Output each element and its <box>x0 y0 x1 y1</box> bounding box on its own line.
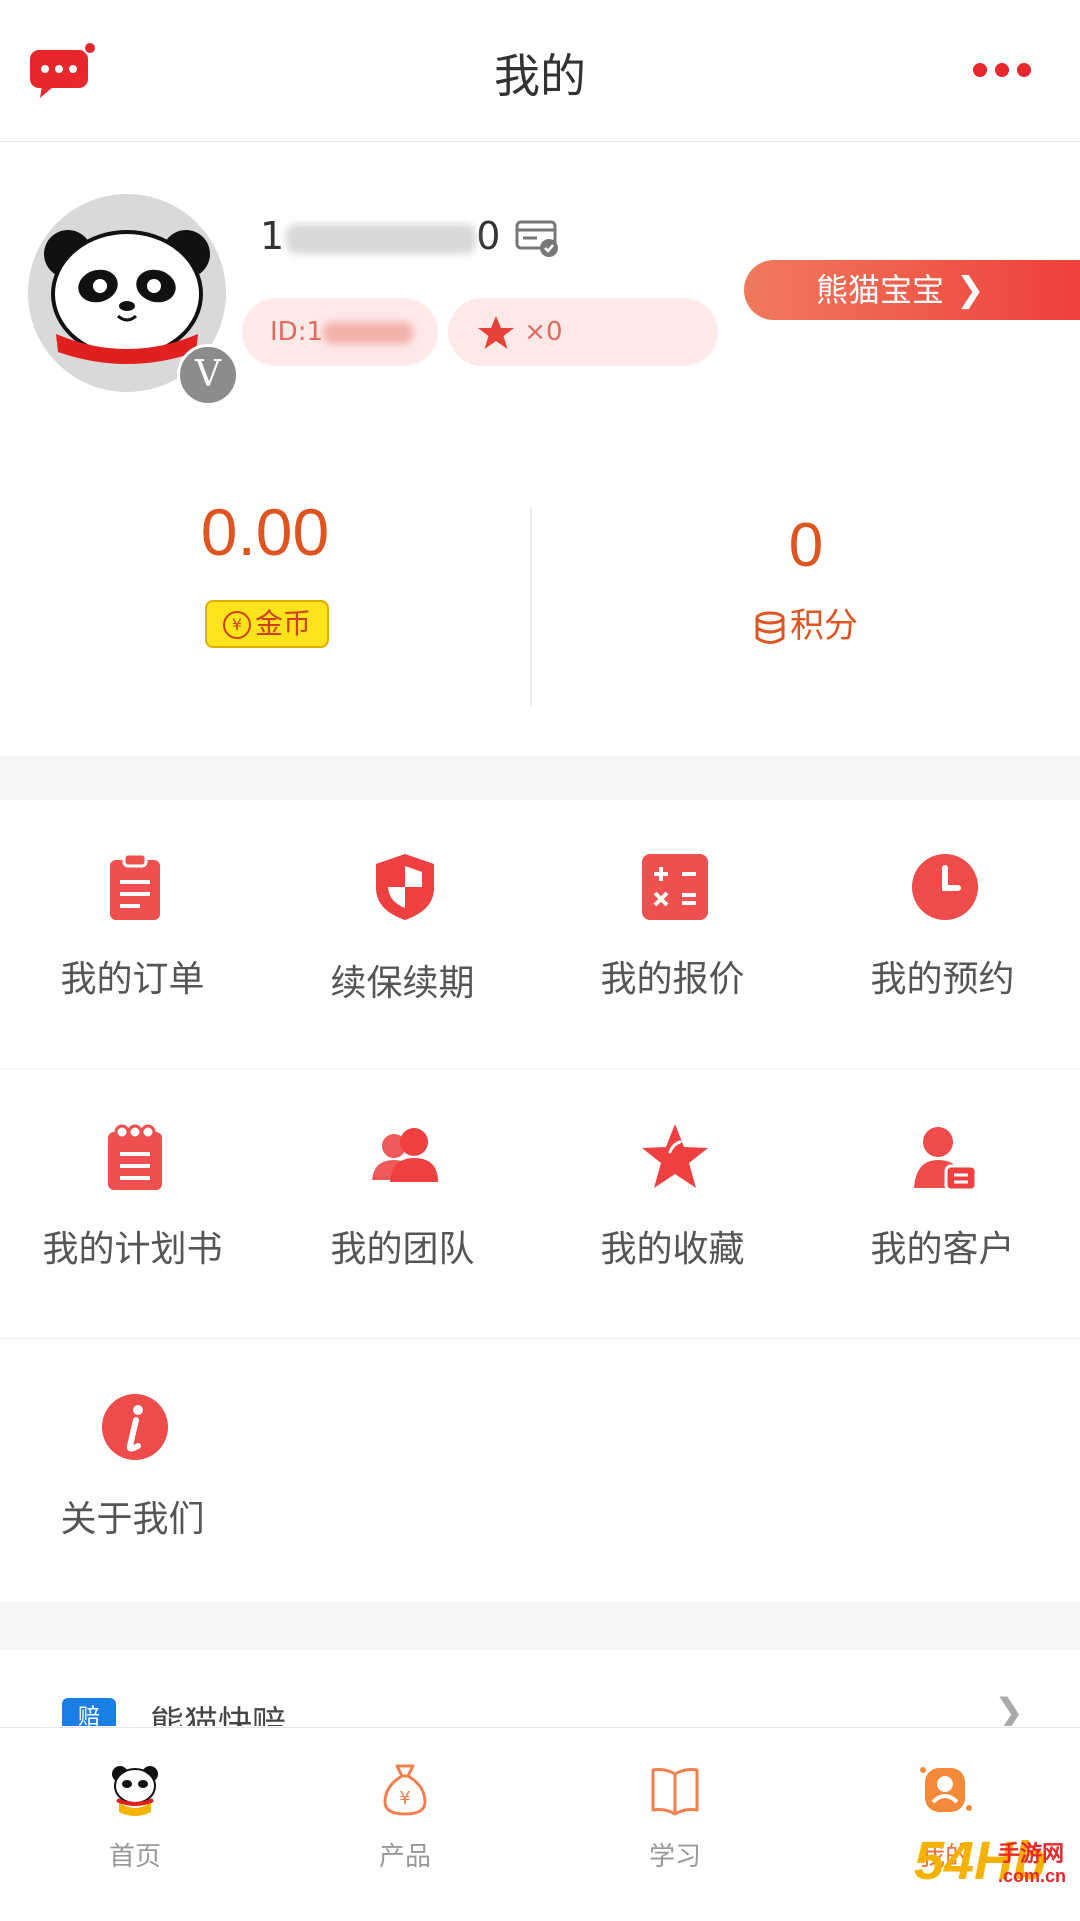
phone-number: 10 <box>260 214 502 258</box>
menu-label: 我的计划书 <box>42 1229 223 1270</box>
user-id-pill: ID:1 <box>242 298 438 366</box>
menu-label: 我的收藏 <box>600 1229 745 1270</box>
coins-label-text: 金币 <box>254 607 311 640</box>
notepad-icon <box>108 1124 162 1190</box>
tab-products[interactable]: ¥ 产品 <box>270 1728 540 1921</box>
coins-stack-icon <box>755 611 785 644</box>
panda-baby-label: 熊猫宝宝 <box>816 271 945 309</box>
tab-learning[interactable]: 学习 <box>540 1728 810 1921</box>
shield-icon <box>376 854 434 920</box>
menu-item-about[interactable]: 关于我们 <box>0 1340 265 1608</box>
menu-item-customers[interactable]: 我的客户 <box>810 1070 1075 1338</box>
profile-icon <box>920 1767 972 1812</box>
tab-home[interactable]: 首页 <box>0 1728 270 1921</box>
menu-row: 我的订单 续保续期 我的报价 我的预约 <box>0 800 1080 1069</box>
points-label: 积分 <box>532 598 1080 647</box>
watermark-sub: 手游网 <box>998 1841 1065 1866</box>
menu-label: 我的预约 <box>870 959 1015 1000</box>
points-value[interactable]: 0 <box>532 510 1080 581</box>
header: 我的 <box>0 0 1080 142</box>
menu-item-orders[interactable]: 我的订单 <box>0 800 265 1068</box>
chevron-right-icon: ❯ <box>993 1692 1024 1726</box>
page-title: 我的 <box>494 49 586 103</box>
menu-item-favorites[interactable]: 我的收藏 <box>540 1070 805 1338</box>
money-bag-icon: ¥ <box>383 1764 427 1816</box>
coins-value[interactable]: 0.00 <box>0 494 530 570</box>
customer-icon <box>914 1127 978 1192</box>
menu-row: 我的计划书 我的团队 我的收藏 我的客户 <box>0 1070 1080 1339</box>
menu-item-appointments[interactable]: 我的预约 <box>810 800 1075 1068</box>
profile-section: V 10 ID:1 ×0 熊猫宝宝 ❯ <box>0 142 1080 442</box>
info-icon <box>102 1394 168 1460</box>
menu-item-team[interactable]: 我的团队 <box>270 1070 535 1338</box>
quick-claim-row[interactable]: 赔 熊猫快赔 ❯ <box>0 1650 1080 1726</box>
svg-text:¥: ¥ <box>399 1788 410 1809</box>
section-divider <box>0 756 1080 800</box>
book-icon <box>651 1768 699 1816</box>
phone-start: 1 <box>260 214 287 258</box>
verified-badge: V <box>177 344 239 406</box>
clipboard-icon <box>110 852 160 920</box>
star-count-pill: ×0 <box>448 298 718 366</box>
stats-section: 0.00 ¥ 金币 0 积分 <box>0 480 1080 720</box>
team-icon <box>372 1128 438 1182</box>
tab-label: 学习 <box>648 1842 701 1872</box>
clock-icon <box>912 854 978 920</box>
site-watermark: 54Hb 手游网 .com.cn <box>910 1830 1080 1920</box>
star-count: ×0 <box>524 317 563 347</box>
section-divider <box>0 1602 1080 1650</box>
star-icon <box>642 1124 708 1188</box>
more-icon[interactable] <box>972 62 1032 78</box>
points-label-text: 积分 <box>790 606 858 646</box>
phone-masked <box>286 223 477 254</box>
tab-label: 首页 <box>108 1842 161 1872</box>
tab-label: 产品 <box>378 1842 431 1872</box>
menu-item-renewal[interactable]: 续保续期 <box>270 800 535 1068</box>
panda-baby-button[interactable]: 熊猫宝宝 ❯ <box>744 260 1080 320</box>
quick-claim-label: 熊猫快赔 <box>150 1704 286 1726</box>
panda-home-icon <box>112 1766 158 1816</box>
menu-label: 我的团队 <box>330 1229 475 1270</box>
menu-label: 我的客户 <box>870 1229 1015 1270</box>
menu-row: 关于我们 <box>0 1340 1080 1608</box>
yen-icon: ¥ <box>222 611 251 639</box>
star-icon <box>478 315 514 349</box>
user-id-masked <box>323 321 413 344</box>
menu-label: 我的报价 <box>600 959 745 1000</box>
coins-label: ¥ 金币 <box>205 600 329 648</box>
calculator-icon <box>642 854 708 920</box>
claim-icon: 赔 <box>62 1698 116 1726</box>
phone-end: 0 <box>476 214 503 258</box>
chevron-right-icon: ❯ <box>956 270 985 310</box>
menu-label: 关于我们 <box>60 1499 205 1540</box>
watermark-domain: .com.cn <box>998 1866 1067 1886</box>
menu-item-quotes[interactable]: 我的报价 <box>540 800 805 1068</box>
verified-card-icon[interactable] <box>515 218 561 258</box>
menu-label: 续保续期 <box>330 963 475 1004</box>
menu-item-plans[interactable]: 我的计划书 <box>0 1070 265 1338</box>
menu-label: 我的订单 <box>60 959 205 1000</box>
user-id-label: ID:1 <box>270 317 323 347</box>
